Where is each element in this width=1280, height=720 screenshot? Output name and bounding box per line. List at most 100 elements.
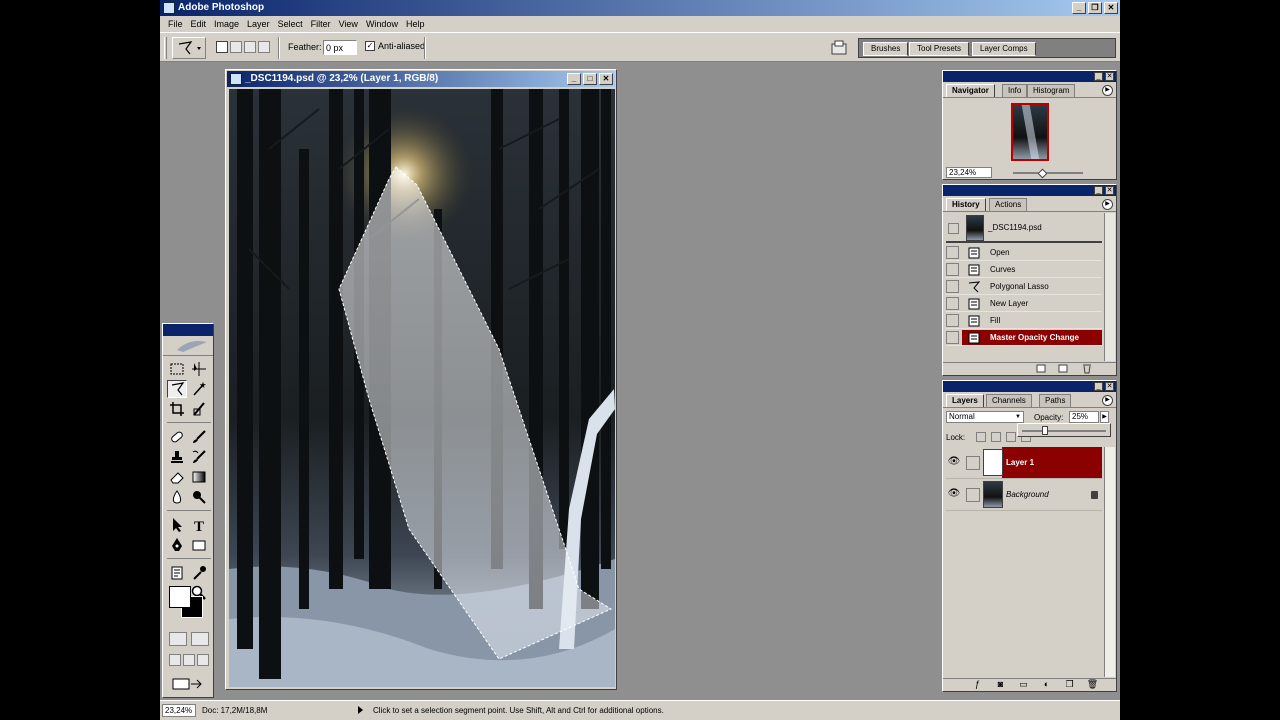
- navigator-zoom-slider-thumb[interactable]: [1037, 168, 1048, 179]
- tab-layers[interactable]: Layers: [946, 394, 984, 407]
- layer-style-icon[interactable]: ƒ: [971, 679, 984, 690]
- document-size-info[interactable]: Doc: 17,2M/18,8M: [202, 706, 267, 715]
- blur-tool-icon[interactable]: [167, 488, 187, 506]
- well-tab-tool-presets[interactable]: Tool Presets: [909, 42, 970, 56]
- clone-stamp-tool-icon[interactable]: [167, 448, 187, 466]
- minimize-button[interactable]: _: [1072, 2, 1086, 14]
- subtract-from-selection-icon[interactable]: [244, 41, 256, 53]
- full-screen-icon[interactable]: [197, 654, 209, 666]
- healing-brush-tool-icon[interactable]: [167, 428, 187, 446]
- layer-mask-icon[interactable]: ◙: [994, 679, 1007, 690]
- new-document-from-state-icon[interactable]: [1036, 364, 1046, 373]
- doc-minimize-button[interactable]: _: [567, 73, 581, 85]
- restore-button[interactable]: ❐: [1088, 2, 1102, 14]
- new-snapshot-icon[interactable]: [1058, 364, 1068, 373]
- navigator-zoom-field[interactable]: 23,24%: [946, 167, 992, 178]
- file-browser-icon[interactable]: [830, 39, 848, 57]
- close-button[interactable]: ✕: [1104, 2, 1118, 14]
- doc-maximize-button[interactable]: □: [583, 73, 597, 85]
- palette-close-button[interactable]: ✕: [1105, 72, 1114, 81]
- move-tool-icon[interactable]: [189, 360, 209, 378]
- lock-image-icon[interactable]: [991, 432, 1001, 442]
- menu-select[interactable]: Select: [274, 16, 307, 32]
- palette-minimize-button[interactable]: _: [1094, 72, 1103, 81]
- blend-mode-select[interactable]: Normal ▼: [946, 411, 1024, 423]
- full-screen-menu-icon[interactable]: [183, 654, 195, 666]
- history-state-active[interactable]: Master Opacity Change: [946, 330, 1102, 346]
- new-selection-icon[interactable]: [216, 41, 228, 53]
- menu-view[interactable]: View: [335, 16, 362, 32]
- tab-paths[interactable]: Paths: [1039, 394, 1072, 407]
- lock-transparency-icon[interactable]: [976, 432, 986, 442]
- history-brush-source-icon[interactable]: [948, 223, 959, 234]
- history-title-bar[interactable]: _ ✕: [943, 185, 1116, 196]
- new-layer-icon[interactable]: ❐: [1063, 679, 1076, 690]
- history-source-checkbox[interactable]: [946, 314, 959, 327]
- menu-window[interactable]: Window: [362, 16, 402, 32]
- standard-screen-icon[interactable]: [169, 654, 181, 666]
- crop-tool-icon[interactable]: [167, 400, 187, 418]
- layer-row[interactable]: 👁 Background: [946, 479, 1102, 511]
- palette-menu-icon[interactable]: ▶: [1102, 85, 1113, 96]
- feather-input[interactable]: [323, 40, 357, 55]
- navigator-thumbnail[interactable]: [1011, 103, 1049, 161]
- intersect-selection-icon[interactable]: [258, 41, 270, 53]
- palette-menu-icon[interactable]: ▶: [1102, 199, 1113, 210]
- tab-history[interactable]: History: [946, 198, 986, 211]
- path-selection-tool-icon[interactable]: [167, 516, 187, 534]
- delete-state-icon[interactable]: [1083, 364, 1091, 374]
- menu-filter[interactable]: Filter: [307, 16, 335, 32]
- tab-actions[interactable]: Actions: [989, 198, 1028, 211]
- image-canvas[interactable]: [229, 89, 615, 687]
- doc-close-button[interactable]: ✕: [599, 73, 613, 85]
- status-menu-arrow-icon[interactable]: [358, 706, 363, 714]
- well-tab-layer-comps[interactable]: Layer Comps: [972, 42, 1036, 56]
- quick-mask-mode-icon[interactable]: [191, 632, 209, 646]
- history-source-checkbox[interactable]: [946, 331, 959, 344]
- tool-preset-picker[interactable]: [172, 37, 206, 59]
- brush-link-icon[interactable]: [966, 456, 980, 470]
- navigator-title-bar[interactable]: _ ✕: [943, 71, 1116, 82]
- tab-channels[interactable]: Channels: [986, 394, 1032, 407]
- magic-wand-tool-icon[interactable]: [189, 380, 209, 398]
- history-brush-tool-icon[interactable]: [189, 448, 209, 466]
- marquee-tool-icon[interactable]: [167, 360, 187, 378]
- history-state[interactable]: Open: [946, 245, 1102, 261]
- adjustment-layer-icon[interactable]: ◐: [1040, 679, 1053, 690]
- menu-help[interactable]: Help: [402, 16, 429, 32]
- opacity-slider-toggle[interactable]: ▶: [1100, 411, 1109, 423]
- palette-close-button[interactable]: ✕: [1105, 186, 1114, 195]
- lock-position-icon[interactable]: [1006, 432, 1016, 442]
- eye-icon[interactable]: 👁: [947, 456, 961, 470]
- delete-layer-icon[interactable]: 🗑: [1086, 679, 1099, 690]
- palette-menu-icon[interactable]: ▶: [1102, 395, 1113, 406]
- tab-histogram[interactable]: Histogram: [1027, 84, 1076, 97]
- opacity-slider-thumb[interactable]: [1041, 426, 1048, 435]
- status-zoom-field[interactable]: 23,24%: [162, 704, 196, 717]
- polygonal-lasso-tool-icon[interactable]: [167, 380, 187, 398]
- standard-mode-icon[interactable]: [169, 632, 187, 646]
- eraser-tool-icon[interactable]: [167, 468, 187, 486]
- brush-tool-icon[interactable]: [189, 428, 209, 446]
- opacity-input[interactable]: 25%: [1069, 411, 1099, 423]
- anti-aliased-checkbox[interactable]: ✓: [365, 41, 375, 51]
- opacity-slider-track[interactable]: [1022, 430, 1106, 432]
- navigator-zoom-slider[interactable]: [1013, 172, 1083, 174]
- jump-to-imageready-icon[interactable]: [171, 676, 207, 692]
- history-snapshot[interactable]: _DSC1194.psd: [946, 215, 1102, 243]
- layers-title-bar[interactable]: _ ✕: [943, 381, 1116, 392]
- history-source-checkbox[interactable]: [946, 246, 959, 259]
- gradient-tool-icon[interactable]: [189, 468, 209, 486]
- history-scrollbar[interactable]: [1104, 213, 1115, 361]
- history-state[interactable]: New Layer: [946, 296, 1102, 312]
- layer-link-box[interactable]: [966, 488, 980, 502]
- eye-icon[interactable]: 👁: [947, 488, 961, 502]
- history-source-checkbox[interactable]: [946, 263, 959, 276]
- toolbox-title-bar[interactable]: [163, 324, 213, 336]
- palette-minimize-button[interactable]: _: [1094, 186, 1103, 195]
- tab-info[interactable]: Info: [1002, 84, 1028, 97]
- well-tab-brushes[interactable]: Brushes: [863, 42, 909, 56]
- slice-tool-icon[interactable]: [189, 400, 209, 418]
- menu-edit[interactable]: Edit: [187, 16, 211, 32]
- options-bar-grip[interactable]: [164, 37, 167, 59]
